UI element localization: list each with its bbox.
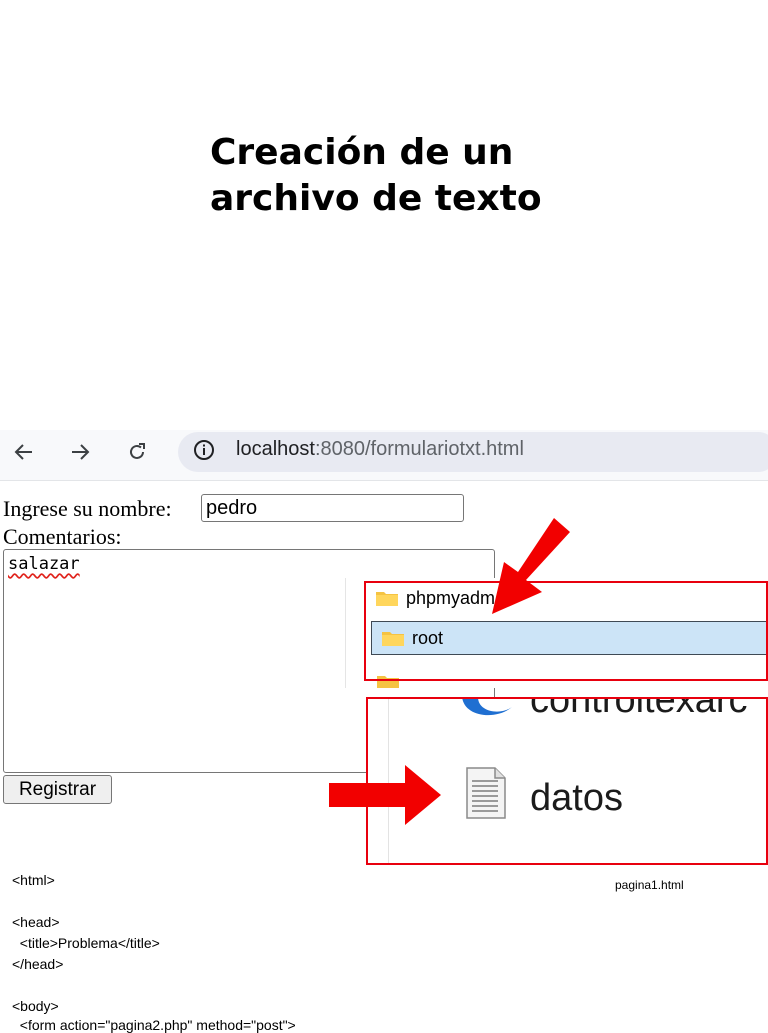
url-host: localhost [236,438,315,460]
forward-button[interactable] [66,438,94,466]
file-caption: pagina1.html [615,878,684,892]
url-path: :8080/formulariotxt.html [314,438,524,460]
reload-button[interactable] [123,438,151,466]
slide-title-line-1: Creación de un [210,132,514,173]
code-line: <head> [12,914,60,930]
name-input[interactable]: pedro [201,494,464,522]
info-circle-icon[interactable] [193,439,215,461]
name-label: Ingrese su nombre: [3,496,172,521]
url-text[interactable]: localhost:8080/formulariotxt.html [236,438,524,461]
code-line: <html> [12,872,55,888]
arrow-right-icon [72,444,90,460]
back-button[interactable] [10,438,38,466]
browser-toolbar: localhost:8080/formulariotxt.html [0,430,768,481]
code-line: </head> [12,956,64,972]
comments-label: Comentarios: [3,524,122,549]
slide-title-line-2: archivo de texto [210,178,542,219]
comments-text: salazar [8,554,80,574]
code-line: <form action="pagina2.php" method="post"… [12,1017,296,1033]
code-line: <title>Problema</title> [12,935,160,951]
code-line: <body> [12,998,59,1014]
register-button[interactable]: Registrar [3,775,112,804]
slide-title: Creación de un archivo de texto [210,130,542,222]
red-arrow-diagonal-icon [492,518,570,614]
red-arrow-right-icon [329,765,441,825]
arrow-left-icon [14,444,32,460]
reload-icon [130,443,145,459]
